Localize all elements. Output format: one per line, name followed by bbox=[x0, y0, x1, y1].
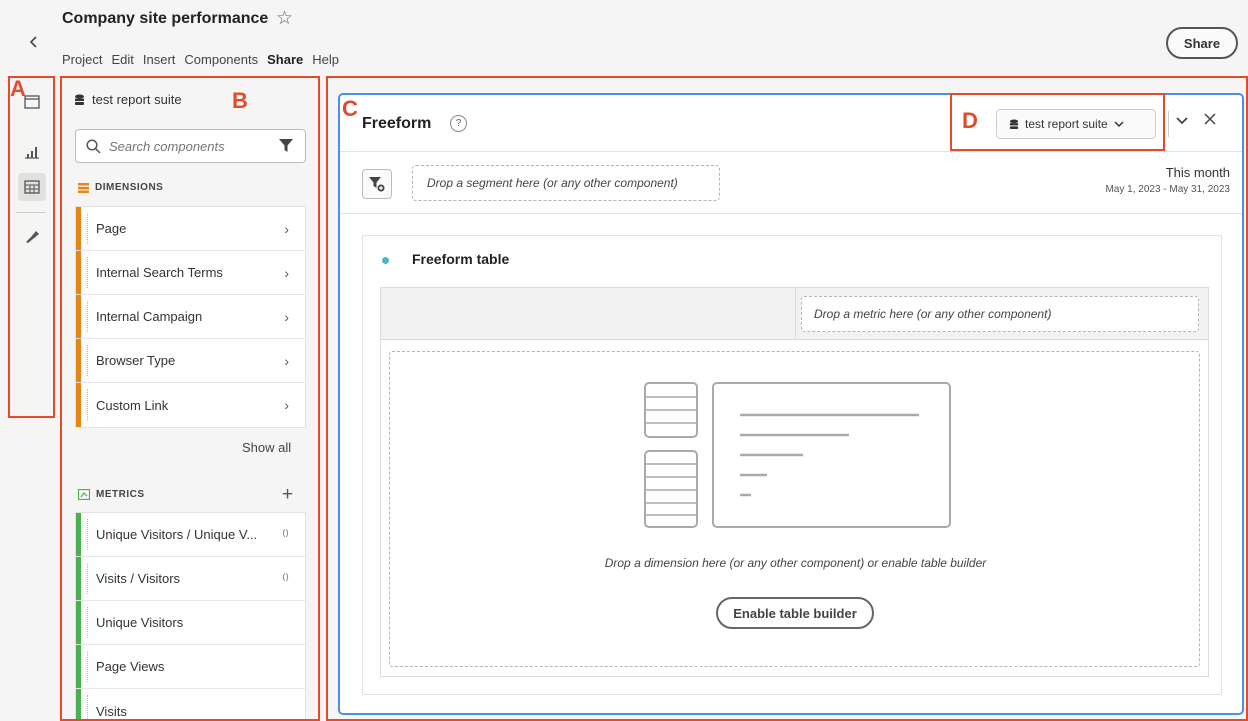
annotation-box-c bbox=[326, 76, 1248, 721]
annotation-box-d bbox=[950, 93, 1165, 151]
annotation-box-a bbox=[8, 76, 55, 418]
annotation-box-b bbox=[60, 76, 320, 721]
menu-edit[interactable]: Edit bbox=[111, 52, 133, 67]
annotation-label-d: D bbox=[962, 108, 978, 133]
menu-insert[interactable]: Insert bbox=[143, 52, 176, 67]
share-button[interactable]: Share bbox=[1166, 27, 1238, 59]
annotation-label-b: B bbox=[232, 88, 248, 113]
menu-bar: Project Edit Insert Components Share Hel… bbox=[62, 52, 339, 67]
menu-components[interactable]: Components bbox=[184, 52, 258, 67]
menu-project[interactable]: Project bbox=[62, 52, 102, 67]
project-title: Company site performance bbox=[62, 10, 269, 27]
chevron-left-icon[interactable] bbox=[18, 28, 50, 56]
menu-share[interactable]: Share bbox=[267, 52, 303, 67]
annotation-label-a: A bbox=[10, 76, 26, 101]
star-outline-icon[interactable]: ☆ bbox=[276, 7, 293, 30]
annotation-label-c: C bbox=[342, 96, 358, 121]
top-bar: Company site performance ☆ Project Edit … bbox=[0, 0, 1248, 76]
menu-help[interactable]: Help bbox=[312, 52, 339, 67]
